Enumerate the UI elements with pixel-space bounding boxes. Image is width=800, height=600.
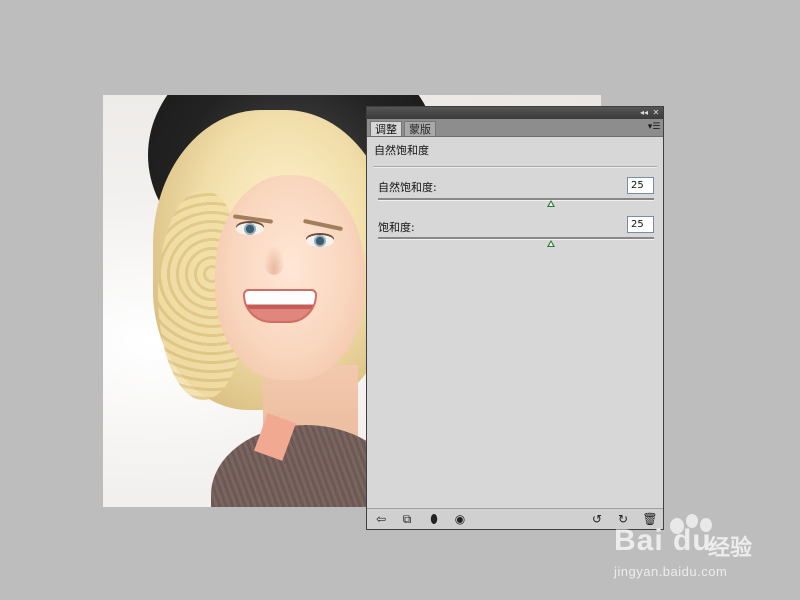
view-previous-icon[interactable]: ↺ (589, 511, 605, 527)
mask-icon[interactable]: ⬮ (426, 511, 442, 527)
close-panel-icon[interactable]: ✕ (651, 108, 661, 118)
vibrance-slider-thumb[interactable] (547, 200, 555, 207)
saturation-label: 饱和度: (378, 221, 415, 234)
tab-adjustments[interactable]: 调整 (370, 121, 402, 136)
saturation-slider-thumb[interactable] (547, 240, 555, 247)
photo-nose (263, 245, 285, 275)
visibility-eye-icon[interactable]: ◉ (452, 511, 468, 527)
panel-titlebar[interactable]: ◂◂ ✕ (367, 107, 663, 119)
baidu-watermark: Bai du 经验 jingyan.baidu.com (612, 512, 792, 592)
vibrance-label: 自然饱和度: (378, 181, 437, 194)
watermark-brand: Bai du (614, 524, 712, 557)
vibrance-slider-track[interactable] (378, 198, 654, 201)
collapse-panel-icon[interactable]: ◂◂ (639, 108, 649, 118)
photo-face (215, 175, 365, 380)
clip-to-layer-icon[interactable]: ⧉ (399, 511, 415, 527)
adjustment-title: 自然饱和度 (374, 144, 429, 157)
watermark-url: jingyan.baidu.com (614, 564, 728, 579)
vibrance-input[interactable] (627, 177, 654, 194)
photo-right-eye (306, 235, 334, 247)
adjustments-panel: ◂◂ ✕ 调整 蒙版 ▾☰ 自然饱和度 自然饱和度: 饱和度: ⇦ ⧉ ⬮ ◉ … (366, 106, 664, 530)
photo-left-eye (236, 223, 264, 235)
saturation-slider-track[interactable] (378, 237, 654, 240)
divider (373, 166, 657, 168)
saturation-input[interactable] (627, 216, 654, 233)
tab-masks[interactable]: 蒙版 (404, 121, 436, 136)
panel-tabbar: 调整 蒙版 ▾☰ (367, 119, 663, 137)
back-arrow-icon[interactable]: ⇦ (373, 511, 389, 527)
panel-menu-icon[interactable]: ▾☰ (647, 122, 661, 133)
watermark-jingyan: 经验 (708, 536, 753, 561)
